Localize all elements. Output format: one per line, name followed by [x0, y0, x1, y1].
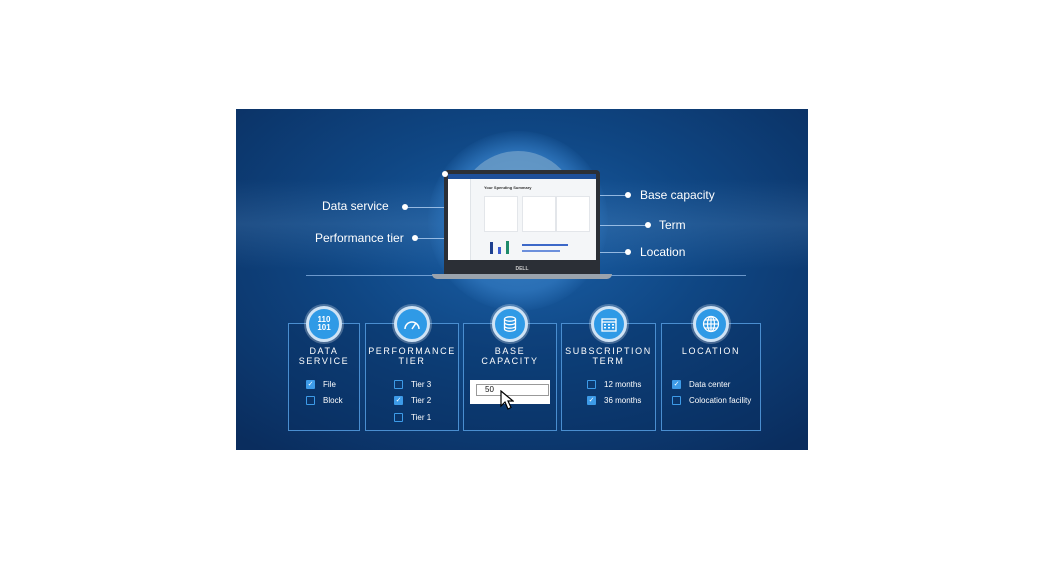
option-label: Colocation facility [689, 396, 752, 406]
card-title: BASE [494, 346, 526, 356]
card-title: CAPACITY [481, 356, 539, 366]
globe-icon [693, 306, 729, 342]
cursor-icon [500, 390, 514, 410]
callout-performance-tier: Performance tier [315, 231, 404, 245]
option-label: Data center [689, 379, 731, 389]
connector-line [600, 225, 648, 226]
calendar-icon [590, 306, 627, 342]
option-block[interactable]: Block [306, 393, 359, 410]
connector-line [600, 252, 628, 253]
speedometer-icon [394, 306, 430, 342]
database-icon [492, 306, 528, 342]
checkbox-checked[interactable]: ✓ [587, 396, 596, 406]
option-tier-3[interactable]: Tier 3 [394, 376, 458, 393]
checkbox[interactable] [306, 396, 315, 406]
card-performance-tier: PERFORMANCE TIER Tier 3 ✓ Tier 2 Tier 1 [365, 306, 459, 431]
checkbox[interactable] [672, 396, 681, 406]
checkbox[interactable] [587, 379, 596, 389]
option-12-months[interactable]: 12 months [587, 376, 655, 393]
option-label: Tier 2 [411, 396, 432, 406]
laptop-screen: Your Spending Summary [448, 174, 596, 260]
card-title: LOCATION [681, 346, 741, 356]
marker-dot [412, 235, 418, 241]
checkbox-checked[interactable]: ✓ [306, 379, 315, 389]
callout-base-capacity: Base capacity [640, 188, 715, 202]
laptop-base [432, 274, 612, 279]
callout-term: Term [659, 218, 686, 232]
card-data-service: 110 101 DATA SERVICE ✓ File Block [288, 306, 360, 431]
card-location: LOCATION ✓ Data center Colocation facilit… [661, 306, 761, 431]
connector-line [600, 195, 628, 196]
card-title: TERM [592, 356, 625, 366]
callout-location: Location [640, 245, 686, 259]
checkbox[interactable] [394, 412, 403, 422]
checkbox-checked[interactable]: ✓ [394, 396, 403, 406]
card-subscription-term: SUBSCRIPTION TERM 12 months ✓ 36 months [561, 306, 656, 431]
card-title: SUBSCRIPTION [565, 346, 652, 356]
option-tier-2[interactable]: ✓ Tier 2 [394, 393, 458, 410]
laptop: Your Spending Summary DELL [444, 170, 600, 274]
connector-line [408, 207, 448, 208]
option-tier-1[interactable]: Tier 1 [394, 409, 458, 426]
capacity-input-panel: 50 [470, 380, 550, 410]
option-label: Block [323, 396, 343, 406]
card-title: DATA [309, 346, 339, 356]
option-36-months[interactable]: ✓ 36 months [587, 393, 655, 410]
callout-data-service: Data service [322, 199, 389, 213]
option-file[interactable]: ✓ File [306, 376, 359, 393]
marker-dot [402, 204, 408, 210]
screen-title: Your Spending Summary [484, 185, 532, 190]
card-title: SERVICE [298, 356, 350, 366]
card-base-capacity: BASE CAPACITY 50 [463, 306, 557, 431]
card-title: PERFORMANCE [368, 346, 456, 356]
option-data-center[interactable]: ✓ Data center [672, 376, 760, 393]
option-label: File [323, 379, 336, 389]
marker-dot [645, 222, 651, 228]
hero-banner: Your Spending Summary DELL Data service … [236, 109, 808, 450]
marker-dot [625, 249, 631, 255]
option-colocation-facility[interactable]: Colocation facility [672, 393, 760, 410]
binary-icon: 110 101 [306, 306, 342, 342]
checkbox[interactable] [394, 379, 403, 389]
checkbox-checked[interactable]: ✓ [672, 379, 681, 389]
card-title: TIER [398, 356, 426, 366]
option-label: 12 months [604, 379, 642, 389]
marker-dot [442, 171, 448, 177]
option-label: Tier 3 [411, 379, 432, 389]
option-label: Tier 1 [411, 412, 432, 422]
dell-logo: DELL [515, 266, 529, 272]
option-label: 36 months [604, 396, 642, 406]
marker-dot [625, 192, 631, 198]
